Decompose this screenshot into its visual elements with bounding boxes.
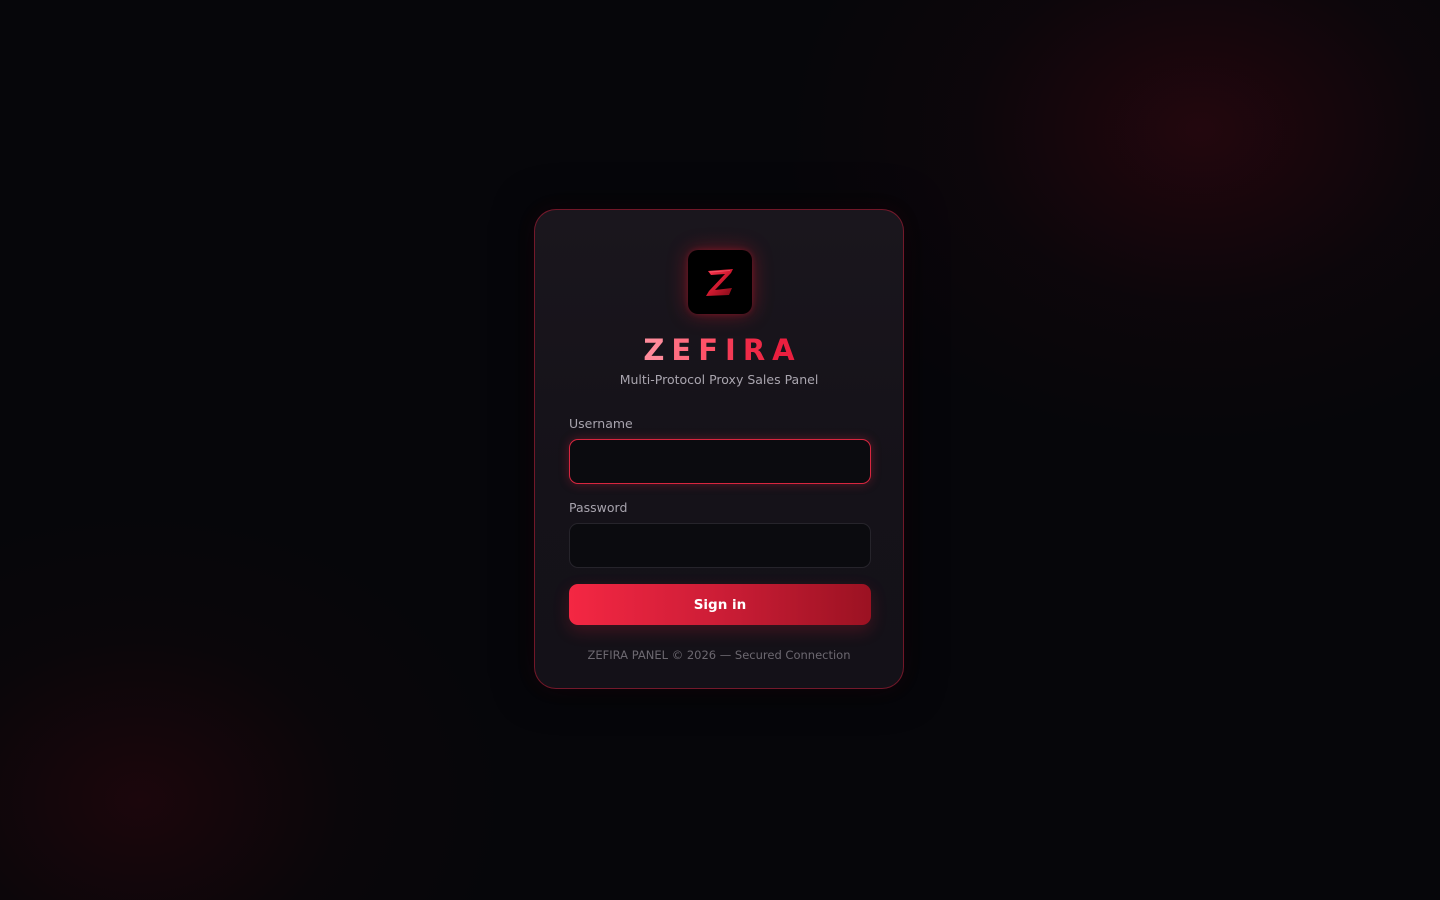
brand-letter: F — [698, 333, 726, 367]
brand-letter: R — [742, 333, 773, 367]
brand-title: ZEFIRA — [535, 330, 903, 370]
brand-letter: Z — [643, 333, 672, 367]
password-label: Password — [569, 500, 628, 515]
footer-text: ZEFIRA PANEL © 2026 — Secured Connection — [587, 648, 851, 662]
password-input[interactable] — [569, 523, 871, 568]
sign-in-button[interactable]: Sign in — [569, 584, 871, 625]
brand-letter: E — [671, 333, 699, 367]
brand-letter: I — [725, 333, 743, 367]
brand-letter: A — [772, 333, 802, 367]
login-card: ZEFIRA Multi-Protocol Proxy Sales Panel … — [534, 209, 904, 689]
z-logo-icon — [688, 250, 752, 314]
username-input[interactable] — [569, 439, 871, 484]
logo-glyph — [706, 269, 733, 296]
username-label: Username — [569, 416, 633, 431]
brand-subtitle: Multi-Protocol Proxy Sales Panel — [619, 372, 819, 387]
